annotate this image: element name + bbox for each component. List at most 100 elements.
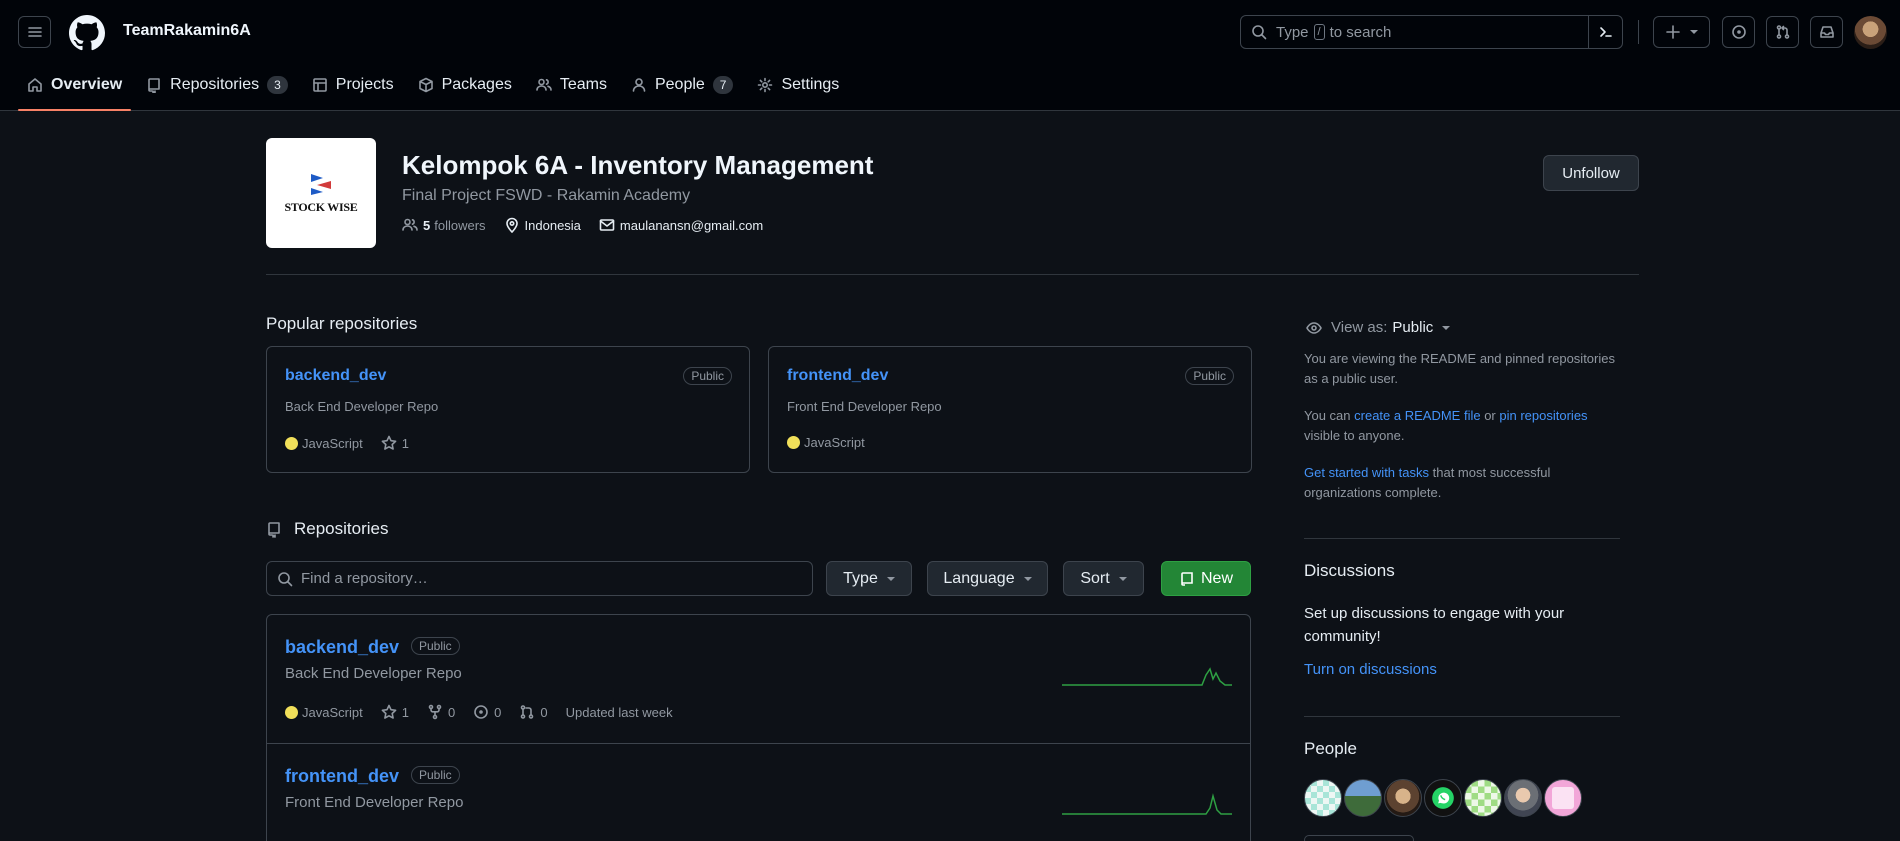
- type-filter-button[interactable]: Type: [826, 561, 912, 596]
- visibility-badge: Public: [1185, 367, 1234, 385]
- get-started-link[interactable]: Get started with tasks: [1304, 465, 1429, 480]
- language-label: JavaScript: [302, 435, 363, 451]
- people-counter: 7: [712, 76, 734, 94]
- repositories-counter: 3: [267, 76, 288, 94]
- language-label: JavaScript: [804, 435, 865, 450]
- tab-people-label: People: [654, 76, 705, 93]
- pull-requests-button[interactable]: [1766, 16, 1799, 48]
- search-input[interactable]: Type / to search: [1240, 15, 1623, 49]
- stars-link[interactable]: 1: [381, 435, 409, 451]
- issues-button[interactable]: [1722, 16, 1755, 48]
- chevron-down-icon: [1023, 576, 1032, 581]
- repo-name-link[interactable]: backend_dev: [285, 637, 399, 658]
- view-all-people-button[interactable]: [1304, 835, 1414, 841]
- discussions-text: Set up discussions to engage with your c…: [1304, 605, 1565, 645]
- activity-sparkline: [1062, 793, 1232, 815]
- followers-label: followers: [434, 217, 486, 233]
- language: JavaScript: [285, 705, 363, 720]
- tab-projects[interactable]: Projects: [303, 68, 403, 102]
- list-item: backend_dev Public Back End Developer Re…: [267, 615, 1250, 744]
- updated-text: Updated last week: [565, 704, 673, 720]
- new-repository-button[interactable]: New: [1161, 561, 1251, 596]
- people-avatars: [1304, 779, 1584, 817]
- org-description: Final Project FSWD - Rakamin Academy: [402, 187, 691, 204]
- sidebar-divider: [1304, 538, 1620, 539]
- get-started-note: Get started with tasks that most success…: [1304, 463, 1594, 503]
- pull-requests-link[interactable]: 0: [519, 704, 548, 720]
- create-new-button[interactable]: [1653, 16, 1710, 48]
- org-meta: 5 followers Indonesia maulanansn@gmail.c…: [402, 217, 781, 233]
- avatar[interactable]: [1504, 779, 1542, 817]
- tab-teams[interactable]: Teams: [527, 68, 616, 102]
- unfollow-button[interactable]: Unfollow: [1543, 155, 1639, 191]
- find-repository-input[interactable]: Find a repository…: [266, 561, 813, 596]
- tab-packages[interactable]: Packages: [409, 68, 521, 102]
- plus-icon: [1666, 25, 1680, 39]
- people-icon: [402, 218, 418, 231]
- repository-list: backend_dev Public Back End Developer Re…: [266, 614, 1251, 841]
- new-repository-label: New: [1200, 569, 1233, 587]
- issues-count: 0: [494, 704, 502, 720]
- avatar[interactable]: [1344, 779, 1382, 817]
- forks-count: 0: [447, 704, 456, 720]
- popular-repo-meta: JavaScript: [787, 435, 883, 450]
- list-item: frontend_dev Public Front End Developer …: [267, 744, 1250, 841]
- popular-repo-name[interactable]: frontend_dev: [787, 367, 888, 385]
- issues-link[interactable]: 0: [473, 704, 501, 720]
- followers-count: 5: [423, 217, 431, 233]
- org-nav: Overview Repositories 3 Projects Package…: [18, 68, 854, 111]
- popular-repo-card: backend_dev Public Back End Developer Re…: [266, 346, 750, 473]
- menu-button[interactable]: [18, 16, 51, 48]
- readme-pin-note: You can create a README file or pin repo…: [1304, 406, 1624, 446]
- popular-repo-card: frontend_dev Public Front End Developer …: [768, 346, 1252, 473]
- repo-name-link[interactable]: frontend_dev: [285, 766, 399, 787]
- stock-wise-logo-icon: [311, 173, 331, 195]
- avatar[interactable]: [1384, 779, 1422, 817]
- search-icon: [278, 571, 293, 586]
- tab-overview[interactable]: Overview: [18, 68, 132, 111]
- tab-settings[interactable]: Settings: [748, 68, 848, 102]
- tab-people[interactable]: People 7: [622, 68, 743, 102]
- table-icon: [312, 78, 327, 92]
- star-icon: [381, 435, 397, 450]
- pin-repositories-link[interactable]: pin repositories: [1499, 408, 1587, 423]
- org-name[interactable]: TeamRakamin6A: [123, 22, 251, 40]
- header-divider: [1638, 20, 1639, 44]
- inbox-button[interactable]: [1810, 16, 1843, 48]
- repo-icon: [148, 78, 160, 93]
- people-title: People: [1304, 739, 1357, 758]
- email-link[interactable]: maulanansn@gmail.com: [599, 217, 763, 233]
- tab-overview-label: Overview: [51, 76, 123, 93]
- create-readme-link[interactable]: create a README file: [1354, 408, 1480, 423]
- forks-link[interactable]: 0: [427, 704, 455, 720]
- language-filter-button[interactable]: Language: [927, 561, 1048, 596]
- turn-on-discussions-link[interactable]: Turn on discussions: [1304, 661, 1437, 678]
- avatar[interactable]: [1424, 779, 1462, 817]
- tab-repositories[interactable]: Repositories 3: [137, 68, 297, 102]
- search-icon: [1252, 25, 1267, 40]
- visibility-badge: Public: [683, 367, 732, 385]
- popular-repo-name[interactable]: backend_dev: [285, 367, 386, 385]
- find-repository-placeholder: Find a repository…: [301, 570, 428, 587]
- stars-count: 1: [401, 435, 409, 451]
- tab-packages-label: Packages: [441, 76, 512, 93]
- stars-link[interactable]: 1: [381, 704, 409, 720]
- command-palette-button[interactable]: [1588, 15, 1622, 49]
- popular-repo-description: Back End Developer Repo: [285, 399, 439, 414]
- avatar[interactable]: [1544, 779, 1582, 817]
- stars-count: 1: [401, 704, 409, 720]
- avatar[interactable]: [1304, 779, 1342, 817]
- github-logo-icon[interactable]: [69, 15, 105, 51]
- avatar[interactable]: [1464, 779, 1502, 817]
- followers-link[interactable]: 5 followers: [402, 217, 486, 233]
- eye-icon: [1306, 321, 1322, 334]
- tab-projects-label: Projects: [335, 76, 394, 93]
- search-shortcut-key: /: [1313, 24, 1325, 40]
- email-text: maulanansn@gmail.com: [619, 217, 764, 233]
- view-as-toggle[interactable]: View as: Public: [1305, 319, 1451, 336]
- chevron-down-icon: [1442, 325, 1451, 330]
- repo-description: Front End Developer Repo: [285, 794, 464, 811]
- user-avatar[interactable]: [1854, 16, 1887, 49]
- sort-button[interactable]: Sort: [1063, 561, 1144, 596]
- visibility-badge: Public: [411, 637, 460, 655]
